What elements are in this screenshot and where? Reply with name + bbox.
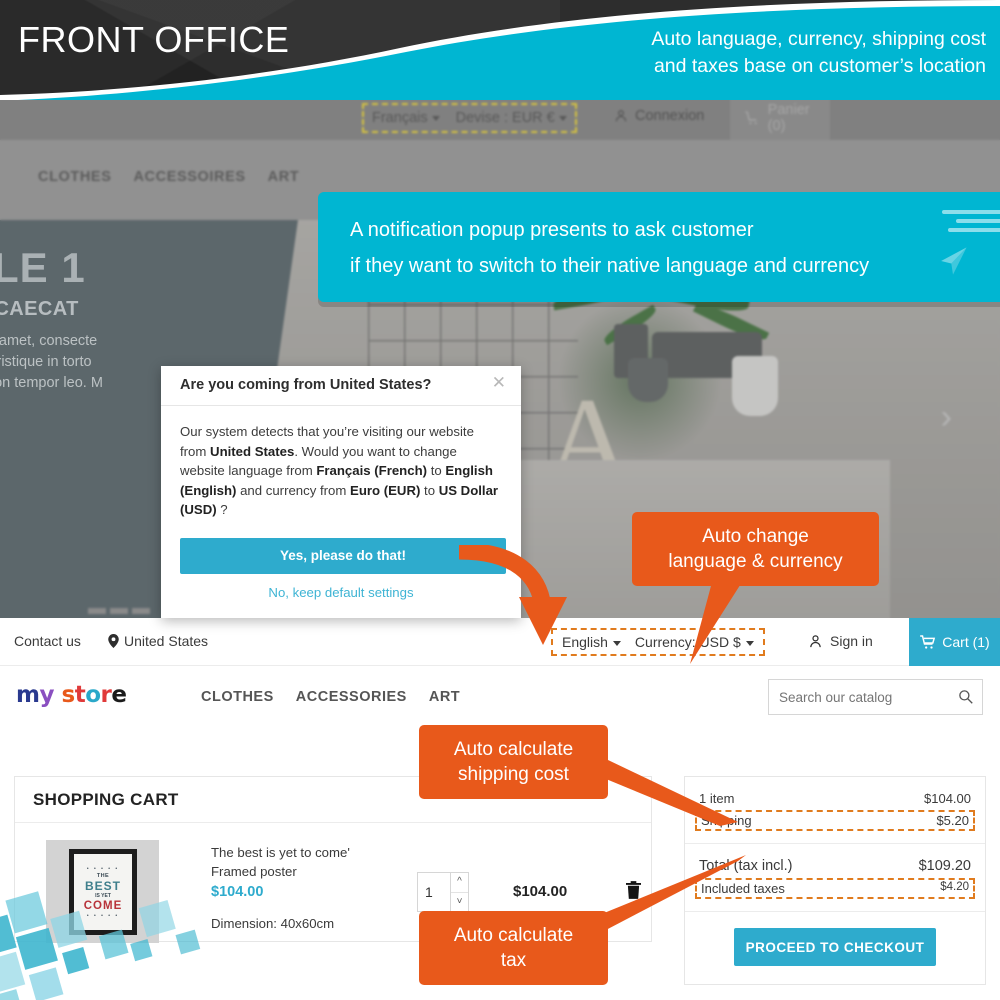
quantity-decrease-button[interactable]: ˅ <box>451 892 468 911</box>
cart-item-name-line2[interactable]: Framed poster <box>211 862 401 881</box>
search-box[interactable] <box>768 679 983 715</box>
poster-come: COME <box>83 899 123 912</box>
summary-taxes-value: $4.20 <box>940 881 969 893</box>
fo-currency-selector[interactable]: Devise : EUR € <box>456 110 567 126</box>
chevron-down-icon <box>431 115 440 121</box>
cart-button[interactable]: Cart (1) <box>909 618 1000 666</box>
hero-pagination-dots[interactable] <box>88 608 150 614</box>
store-header: my store CLOTHES ACCESSORIES ART <box>0 666 1000 728</box>
fo-cart-button[interactable]: Panier (0) <box>730 96 830 140</box>
store-location-label: United States <box>124 633 209 649</box>
search-input[interactable] <box>769 680 982 714</box>
top-banner: FRONT OFFICE Auto language, currency, sh… <box>0 0 1000 100</box>
poster-dots-bottom: • • • • • <box>86 912 120 919</box>
summary-items-value: $104.00 <box>924 791 971 806</box>
store-location: United States <box>108 633 208 649</box>
cart-icon <box>745 111 757 125</box>
nav-item-clothes[interactable]: CLOTHES <box>201 689 274 705</box>
location-pin-icon <box>108 634 119 648</box>
user-icon <box>810 634 821 647</box>
summary-total-value: $109.20 <box>918 858 971 874</box>
paper-plane-icon <box>941 247 967 275</box>
sign-in-label: Sign in <box>830 633 873 649</box>
fo-language-selector[interactable]: Français <box>372 110 440 126</box>
modal-title: Are you coming from United States? <box>180 377 432 393</box>
quantity-input[interactable] <box>418 873 450 911</box>
summary-shipping-value: $5.20 <box>936 813 969 828</box>
modal-body: Our system detects that you’re visiting … <box>161 406 521 520</box>
chevron-down-icon <box>558 115 567 121</box>
poster-dots-top: • • • • • <box>86 865 120 872</box>
chevron-down-icon <box>612 640 621 646</box>
fo-nav-item-accessoires[interactable]: ACCESSOIRES <box>133 169 245 185</box>
callout-auto-calculate-shipping: Auto calculate shipping cost <box>419 725 608 799</box>
callout-lang-text: Auto change language & currency <box>668 526 843 572</box>
hero-title: MPLE 1 <box>0 244 86 291</box>
sign-in-link[interactable]: Sign in <box>808 633 873 649</box>
hero-next-arrow-icon[interactable]: › <box>941 398 952 437</box>
callout-shipping-text: Auto calculate shipping cost <box>453 739 574 785</box>
hero-subtitle: UR OCCAECAT <box>0 298 79 320</box>
framed-poster-image: • • • • • THE BEST IS YET COME • • • • • <box>69 849 137 935</box>
contact-us-link[interactable]: Contact us <box>14 633 81 649</box>
callout-auto-change-language-currency: Auto change language & currency <box>632 512 879 586</box>
proceed-to-checkout-button[interactable]: PROCEED TO CHECKOUT <box>734 928 936 966</box>
quantity-stepper[interactable]: ^ ˅ <box>417 872 469 912</box>
callout-auto-calculate-tax: Auto calculate tax <box>419 911 608 985</box>
cyan-note-line1: A notification popup presents to ask cus… <box>350 219 754 241</box>
quantity-increase-button[interactable]: ^ <box>451 873 468 893</box>
cart-item-info: The best is yet to come' Framed poster $… <box>211 843 401 933</box>
fo-cart-label: Panier (0) <box>767 102 810 134</box>
cart-label: Cart (1) <box>942 634 990 650</box>
fo-account-label: Connexion <box>635 108 705 124</box>
fo-top-bar: nce Français Devise : EUR € Connexion Pa… <box>0 96 1000 140</box>
modal-message: Our system detects that you’re visiting … <box>180 424 499 517</box>
fo-nav-links: CLOTHES ACCESSOIRES ART <box>38 169 299 185</box>
store-logo[interactable]: my store <box>16 682 127 708</box>
modal-header: Are you coming from United States? ✕ <box>161 366 521 406</box>
close-icon[interactable]: ✕ <box>492 374 506 391</box>
cart-icon <box>920 635 936 649</box>
store-nav: CLOTHES ACCESSORIES ART <box>201 689 460 705</box>
user-icon <box>615 110 627 122</box>
cart-item-name-line1[interactable]: The best is yet to come' <box>211 843 401 862</box>
poster-is-yet: IS YET <box>95 892 111 899</box>
fo-language-currency-highlight: Français Devise : EUR € <box>362 103 577 133</box>
cyan-note-line2: if they want to switch to their native l… <box>350 255 870 277</box>
fo-account-link[interactable]: Connexion <box>614 108 704 124</box>
poster-the: THE <box>96 872 110 879</box>
cart-item-thumbnail[interactable]: • • • • • THE BEST IS YET COME • • • • • <box>46 840 159 943</box>
banner-subtitle-line1: Auto language, currency, shipping cost <box>651 28 986 50</box>
curved-arrow-to-store-bar <box>458 545 567 645</box>
decorative-lines-icon <box>942 210 1000 237</box>
nav-item-art[interactable]: ART <box>429 689 460 705</box>
cyan-notification-callout: A notification popup presents to ask cus… <box>318 192 1000 302</box>
cart-item-dimension: Dimension: 40x60cm <box>211 916 335 931</box>
cart-item-unit-price: $104.00 <box>211 884 264 900</box>
banner-subtitle-line2: and taxes base on customer’s location <box>653 55 986 77</box>
banner-subtitle: Auto language, currency, shipping cost a… <box>446 26 986 80</box>
nav-item-accessories[interactable]: ACCESSORIES <box>296 689 407 705</box>
callout-tax-text: Auto calculate tax <box>453 925 574 971</box>
fo-nav-item-art[interactable]: ART <box>268 169 300 185</box>
screenshot-root: nce Français Devise : EUR € Connexion Pa… <box>0 0 1000 1000</box>
search-icon[interactable] <box>958 689 973 708</box>
fo-contact-text: nce <box>0 108 1 124</box>
fo-nav-item-clothes[interactable]: CLOTHES <box>38 169 111 185</box>
banner-title: FRONT OFFICE <box>18 19 290 60</box>
poster-best: BEST <box>84 878 121 893</box>
